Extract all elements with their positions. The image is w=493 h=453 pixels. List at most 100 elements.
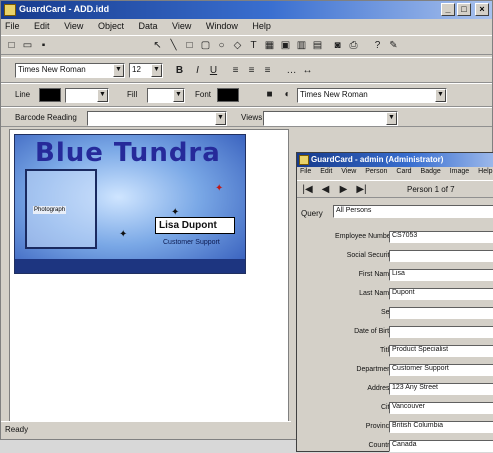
font-family-select[interactable]: Times New Roman ▼ (15, 63, 125, 78)
menu-object[interactable]: Object (98, 21, 124, 31)
name-text-box[interactable]: Lisa Dupont (155, 217, 235, 234)
text-tool-icon[interactable]: T (247, 39, 260, 52)
main-titlebar[interactable]: GuardCard - ADD.idd _ □ × (1, 1, 492, 19)
status-bar: Ready (1, 421, 291, 437)
field-date-of-birth[interactable] (389, 326, 493, 338)
field-city[interactable]: Vancouver (389, 402, 493, 414)
maximize-button[interactable]: □ (457, 3, 471, 16)
record-toolbar: |◀ ◀ ▶ ▶| Person 1 of 7 (297, 180, 493, 198)
line-color-swatch[interactable] (39, 88, 61, 102)
format-toolbar: Times New Roman ▼ 12 ▼ B I U ≡ ≡ ≡ … ↔ (1, 57, 492, 83)
context-help-icon[interactable]: ✎ (387, 39, 400, 52)
chevron-down-icon: ▼ (215, 112, 226, 125)
db-menu-view[interactable]: View (341, 168, 356, 175)
chevron-down-icon: ▼ (97, 89, 108, 102)
resize-icon[interactable]: ↔ (301, 64, 314, 77)
views-select[interactable]: ▼ (263, 111, 398, 126)
standard-toolbar: □ ▭ ▪ ↖ ╲ □ ▢ ○ ◇ T ▦ ▣ ▥ ▤ ◙ ⎙ ? ✎ (1, 35, 492, 55)
menu-data[interactable]: Data (138, 21, 157, 31)
database-menubar: File Edit View Person Card Badge Image H… (297, 167, 493, 180)
query-label: Query (301, 209, 323, 218)
close-button[interactable]: × (475, 3, 489, 16)
menu-help[interactable]: Help (252, 21, 271, 31)
field-social-security[interactable] (389, 250, 493, 262)
field-country[interactable]: Canada (389, 440, 493, 452)
chevron-down-icon: ▼ (151, 64, 162, 77)
field-address[interactable]: 123 Any Street (389, 383, 493, 395)
camera-icon[interactable]: ◙ (331, 39, 344, 52)
field-department[interactable]: Customer Support (389, 364, 493, 376)
menu-window[interactable]: Window (206, 21, 238, 31)
save-icon[interactable]: ▪ (37, 39, 50, 52)
db-menu-person[interactable]: Person (365, 168, 387, 175)
image-tool-icon[interactable]: ▦ (263, 39, 276, 52)
field-last-name[interactable]: Dupont (389, 288, 493, 300)
query-value: All Persons (336, 207, 372, 214)
align-left-icon[interactable]: ≡ (229, 64, 242, 77)
rectangle-tool-icon[interactable]: □ (183, 39, 196, 52)
db-menu-help[interactable]: Help (478, 168, 492, 175)
database-window: GuardCard - admin (Administrator) File E… (296, 152, 493, 452)
barcode-select[interactable]: ▼ (87, 111, 227, 126)
field-employee-number[interactable]: CS7053 (389, 231, 493, 243)
field-label-social-security: Social Security (346, 252, 393, 259)
menu-edit[interactable]: Edit (34, 21, 50, 31)
fill-style-select[interactable]: ▼ (147, 88, 185, 103)
italic-button[interactable]: I (191, 64, 204, 77)
barcode-tool-icon[interactable]: ▥ (295, 39, 308, 52)
font-color-swatch[interactable] (217, 88, 239, 102)
db-menu-badge[interactable]: Badge (421, 168, 441, 175)
font-select[interactable]: Times New Roman ▼ (297, 88, 447, 103)
prev-record-icon[interactable]: ◀ (319, 183, 332, 196)
ellipse-tool-icon[interactable]: ○ (215, 39, 228, 52)
photo-tool-icon[interactable]: ▣ (279, 39, 292, 52)
rounded-rect-icon[interactable]: ▢ (199, 39, 212, 52)
app-icon (4, 4, 16, 16)
menu-view-2[interactable]: View (172, 21, 191, 31)
italic-font-icon[interactable]: ◐ (281, 88, 294, 101)
db-menu-card[interactable]: Card (396, 168, 411, 175)
query-select[interactable]: All Persons (333, 205, 493, 218)
field-label-date-of-birth: Date of Birth (354, 328, 393, 335)
first-record-icon[interactable]: |◀ (301, 183, 314, 196)
signature-tool-icon[interactable]: ▤ (311, 39, 324, 52)
card-title: Blue Tundra (35, 138, 221, 168)
chevron-down-icon: ▼ (173, 89, 184, 102)
last-record-icon[interactable]: ▶| (355, 183, 368, 196)
db-menu-edit[interactable]: Edit (320, 168, 332, 175)
skier-figure-3: ✦ (119, 229, 128, 240)
next-record-icon[interactable]: ▶ (337, 183, 350, 196)
underline-button[interactable]: U (207, 64, 220, 77)
font-size-select[interactable]: 12 ▼ (129, 63, 163, 78)
pointer-icon[interactable]: ↖ (151, 39, 164, 52)
record-counter: Person 1 of 7 (407, 185, 455, 194)
field-sex[interactable] (389, 307, 493, 319)
open-icon[interactable]: ▭ (21, 39, 34, 52)
menu-view[interactable]: View (64, 21, 83, 31)
style-toolbar: Line ▼ Fill ▼ Font ■ ◐ Times New Roman ▼ (1, 83, 492, 107)
database-titlebar[interactable]: GuardCard - admin (Administrator) (297, 153, 493, 167)
spacing-icon[interactable]: … (285, 64, 298, 77)
bold-font-icon[interactable]: ■ (263, 88, 276, 101)
design-canvas[interactable]: Blue Tundra Photograph ✦ ✦ ✦ Lisa Dupont… (9, 129, 289, 429)
menu-file[interactable]: File (5, 21, 20, 31)
print-icon[interactable]: ⎙ (347, 39, 360, 52)
polygon-tool-icon[interactable]: ◇ (231, 39, 244, 52)
field-title[interactable]: Product Specialist (389, 345, 493, 357)
bold-button[interactable]: B (173, 64, 186, 77)
field-province[interactable]: British Columbia (389, 421, 493, 433)
align-right-icon[interactable]: ≡ (261, 64, 274, 77)
line-tool-icon[interactable]: ╲ (167, 39, 180, 52)
line-style-select[interactable]: ▼ (65, 88, 109, 103)
badge-preview[interactable]: Blue Tundra Photograph ✦ ✦ ✦ Lisa Dupont… (14, 134, 246, 274)
new-icon[interactable]: □ (5, 39, 18, 52)
help-icon[interactable]: ? (371, 39, 384, 52)
field-first-name[interactable]: Lisa (389, 269, 493, 281)
db-menu-file[interactable]: File (300, 168, 311, 175)
skier-figure-1: ✦ (215, 183, 224, 194)
photo-frame[interactable]: Photograph (25, 169, 97, 249)
align-center-icon[interactable]: ≡ (245, 64, 258, 77)
chevron-down-icon: ▼ (113, 64, 124, 77)
minimize-button[interactable]: _ (441, 3, 455, 16)
db-menu-image[interactable]: Image (450, 168, 469, 175)
